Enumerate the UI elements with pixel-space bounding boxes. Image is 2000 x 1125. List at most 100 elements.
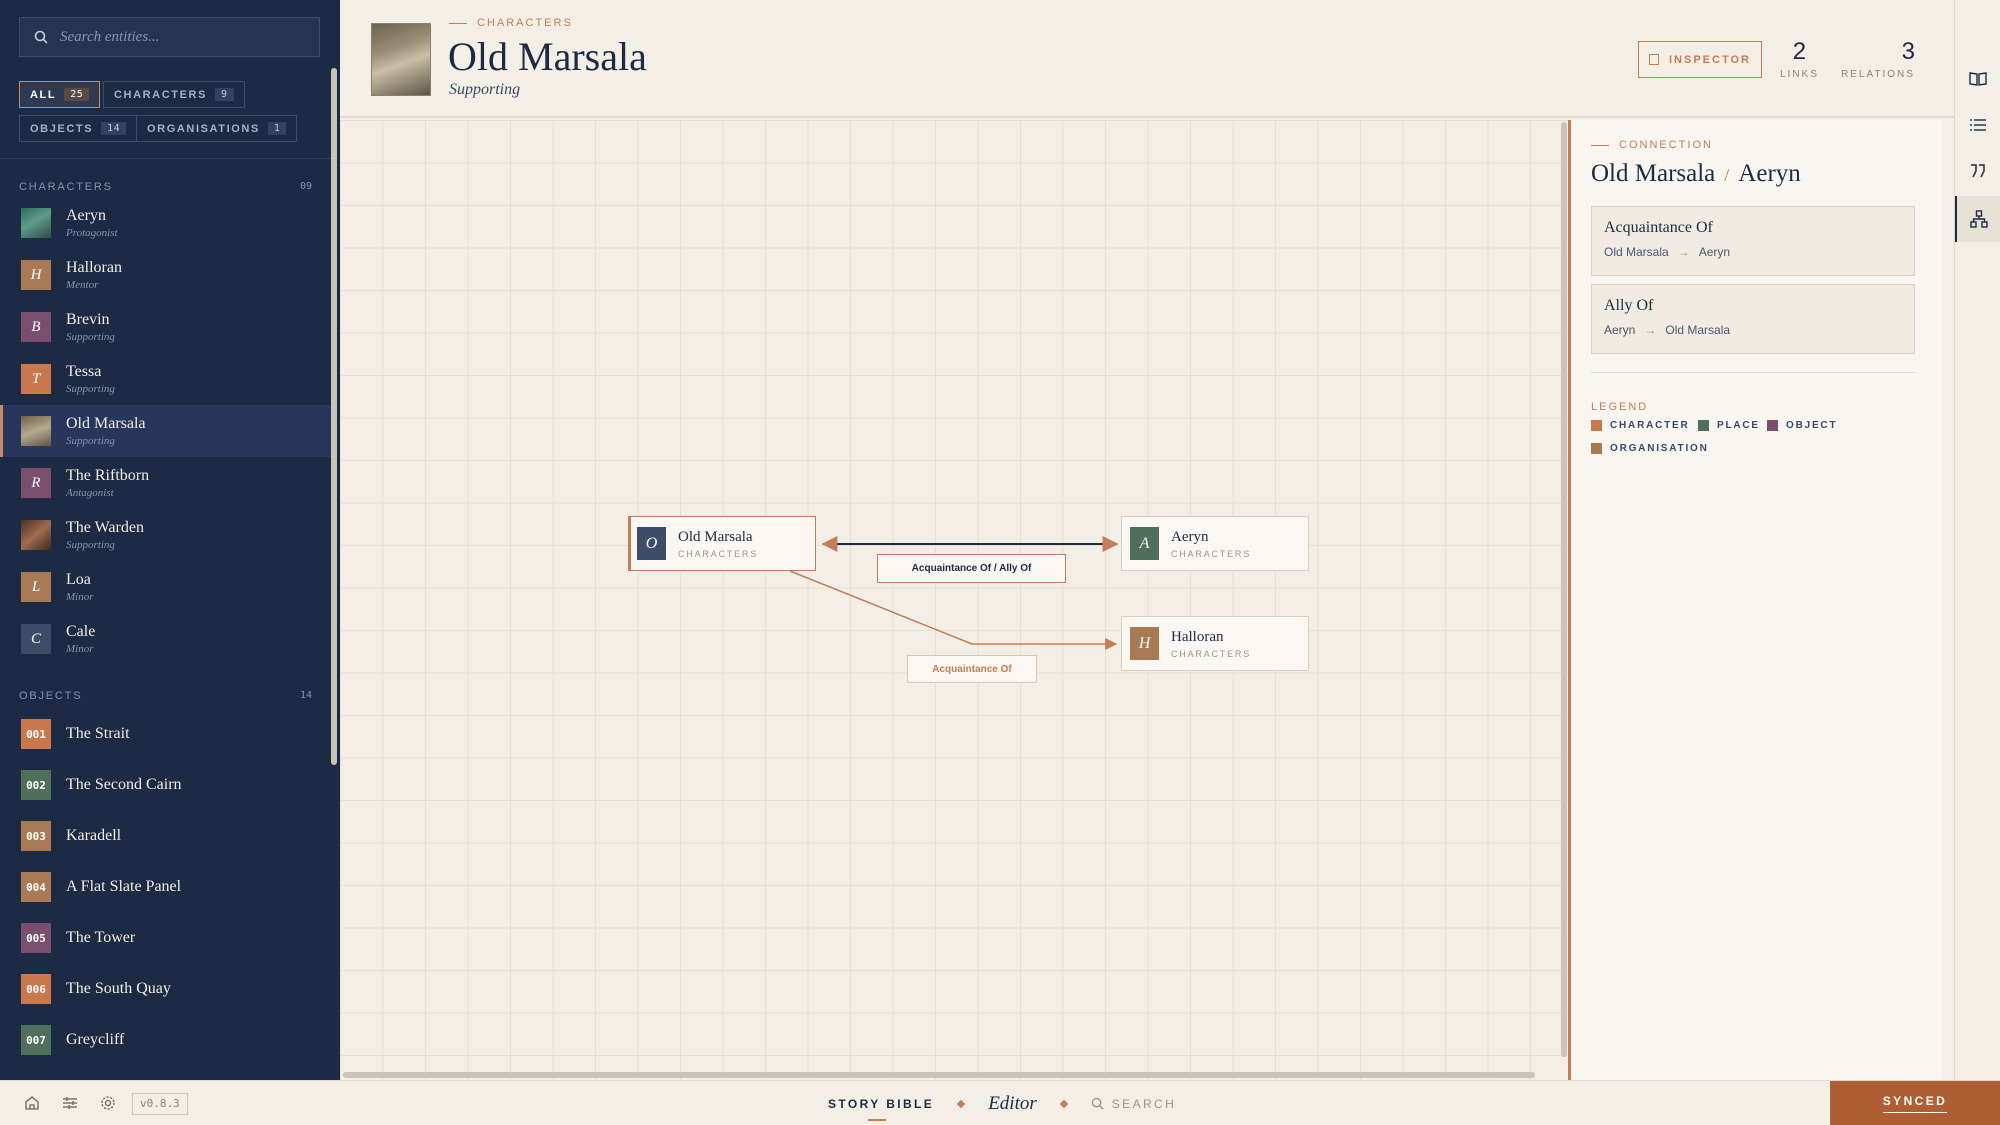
entity-role: Supporting (66, 383, 115, 395)
legend-item-character: CHARACTER (1591, 420, 1690, 431)
search-input[interactable] (60, 28, 300, 46)
entity-item-loa[interactable]: L Loa Minor (0, 561, 331, 613)
rail-graph-button[interactable] (1955, 196, 2000, 242)
entity-name: Halloran (66, 259, 122, 276)
graph-node-old-marsala[interactable]: O Old Marsala CHARACTERS (628, 516, 816, 571)
relation-path: Old Marsala → Aeryn (1604, 245, 1902, 259)
inspector-divider (1591, 372, 1915, 373)
inspector-button[interactable]: INSPECTOR (1638, 41, 1762, 78)
avatar-initial: B (21, 312, 51, 342)
section-title: CHARACTERS (19, 181, 113, 193)
inspector-breadcrumb-text: CONNECTION (1619, 139, 1713, 151)
connection-to[interactable]: Aeryn (1738, 160, 1800, 188)
entity-item-greycliff[interactable]: 007 Greycliff (0, 1014, 331, 1066)
links-label: LINKS (1780, 69, 1819, 80)
entity-item-the-strait[interactable]: 001 The Strait (0, 708, 331, 760)
status-bar: v0.8.3 STORY BIBLE Editor SEARCH SYNCED (0, 1080, 2000, 1125)
entity-item-a-flat-slate-panel[interactable]: 004 A Flat Slate Panel (0, 861, 331, 913)
avatar-initial: T (21, 364, 51, 394)
graph-node-halloran[interactable]: H Halloran CHARACTERS (1121, 616, 1309, 671)
story-bible-tab[interactable]: STORY BIBLE (828, 1097, 934, 1121)
connection-separator: / (1724, 165, 1730, 185)
relation-to: Old Marsala (1665, 323, 1731, 337)
filter-count: 9 (215, 88, 234, 101)
relations-label: RELATIONS (1841, 69, 1915, 80)
sliders-icon[interactable] (62, 1095, 78, 1111)
node-name: Halloran (1171, 628, 1224, 645)
legend-item-organisation: ORGANISATION (1591, 443, 1709, 454)
filter-organisations[interactable]: ORGANISATIONS 1 (136, 115, 298, 142)
avatar-initial: H (21, 260, 51, 290)
entity-item-the-riftborn[interactable]: R The Riftborn Antagonist (0, 457, 331, 509)
entity-item-tessa[interactable]: T Tessa Supporting (0, 353, 331, 405)
sidebar-scrollbar[interactable] (331, 68, 337, 765)
quote-icon (1971, 164, 1985, 178)
entity-item-halloran[interactable]: H Halloran Mentor (0, 249, 331, 301)
entity-item-the-tower[interactable]: 005 The Tower (0, 912, 331, 964)
entity-item-aeryn[interactable]: Aeryn Protagonist (0, 197, 331, 249)
filter-objects[interactable]: OBJECTS 14 (19, 115, 138, 142)
avatar-image (21, 416, 51, 446)
entity-portrait (371, 23, 431, 96)
inspector-panel: CONNECTION Old Marsala / Aeryn Acquainta… (1568, 120, 1942, 1080)
relation-card[interactable]: Ally Of Aeryn → Old Marsala (1591, 284, 1915, 354)
characters-section-header: CHARACTERS 09 (19, 181, 312, 193)
page-subtitle: Supporting (449, 81, 521, 98)
filter-label: ALL (30, 88, 57, 101)
gear-icon[interactable] (100, 1095, 116, 1111)
section-count: 09 (299, 181, 312, 192)
entity-item-the-south-quay[interactable]: 006 The South Quay (0, 963, 331, 1015)
filter-label: OBJECTS (30, 122, 94, 135)
editor-tab[interactable]: Editor (988, 1093, 1037, 1115)
sync-status-button[interactable]: SYNCED (1830, 1081, 2000, 1125)
entity-role: Mentor (66, 279, 99, 291)
search-box[interactable] (19, 17, 320, 57)
entity-item-cale[interactable]: C Cale Minor (0, 613, 331, 665)
avatar-initial: C (21, 624, 51, 654)
rail-book-button[interactable] (1955, 56, 2000, 102)
graph-node-aeryn[interactable]: A Aeryn CHARACTERS (1121, 516, 1309, 571)
sidebar-divider (0, 158, 331, 159)
breadcrumb-text[interactable]: CHARACTERS (477, 17, 573, 29)
relation-from: Aeryn (1604, 323, 1636, 337)
diamond-separator-icon (956, 1099, 966, 1108)
entity-item-karadell[interactable]: 003 Karadell (0, 810, 331, 862)
canvas-vertical-scrollbar[interactable] (1561, 122, 1567, 1057)
relation-to: Aeryn (1698, 245, 1731, 259)
filter-all[interactable]: ALL 25 (19, 81, 101, 108)
entity-item-brevin[interactable]: B Brevin Supporting (0, 301, 331, 353)
edge-label-acquaintance[interactable]: Acquaintance Of (907, 655, 1037, 683)
node-name: Aeryn (1171, 528, 1209, 545)
legend-label: PLACE (1717, 420, 1760, 431)
connection-from[interactable]: Old Marsala (1591, 160, 1715, 188)
panel-icon (1649, 54, 1659, 65)
object-code: 002 (21, 770, 51, 800)
relation-path: Aeryn → Old Marsala (1604, 323, 1902, 337)
filter-characters[interactable]: CHARACTERS 9 (103, 81, 245, 108)
entity-item-the-warden[interactable]: The Warden Supporting (0, 509, 331, 561)
relation-card[interactable]: Acquaintance Of Old Marsala → Aeryn (1591, 206, 1915, 276)
version-badge: v0.8.3 (132, 1093, 188, 1115)
canvas-horizontal-scrollbar[interactable] (343, 1072, 1535, 1078)
object-code: 004 (21, 872, 51, 902)
relation-from: Old Marsala (1604, 245, 1669, 259)
filter-label: ORGANISATIONS (147, 122, 260, 135)
legend-swatch (1767, 420, 1778, 431)
section-title: OBJECTS (19, 690, 83, 702)
entity-item-the-second-cairn[interactable]: 002 The Second Cairn (0, 759, 331, 811)
rail-list-button[interactable] (1955, 102, 2000, 148)
graph-canvas[interactable]: O Old Marsala CHARACTERS A Aeryn CHARACTER… (340, 120, 1572, 1080)
object-code: 005 (21, 923, 51, 953)
search-icon (34, 30, 48, 44)
node-initial: O (637, 527, 666, 560)
rail-quote-button[interactable] (1955, 148, 2000, 194)
arrow-right-icon: → (1677, 245, 1690, 259)
entity-role: Antagonist (66, 487, 114, 499)
edge-label-acquaintance-ally[interactable]: Acquaintance Of / Ally Of (877, 554, 1066, 583)
node-type: CHARACTERS (678, 548, 759, 559)
entity-item-old-marsala[interactable]: Old Marsala Supporting (0, 405, 331, 457)
home-icon[interactable] (24, 1095, 40, 1111)
graph-edges (789, 536, 1119, 650)
entity-name: The Strait (66, 725, 130, 742)
footer-search[interactable]: SEARCH (1091, 1097, 1176, 1111)
